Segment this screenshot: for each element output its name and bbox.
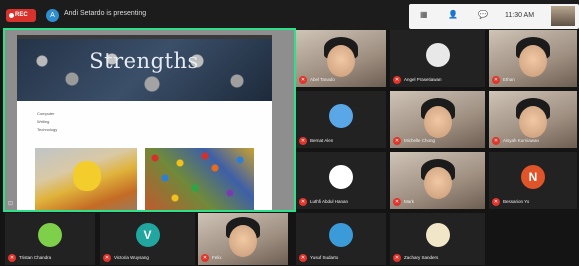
lego-bricks-image (145, 148, 254, 210)
participant-name: Abel Tanado (310, 77, 335, 82)
participant-label: ✕ Angel Prasetiawan (393, 75, 442, 84)
shared-slide: Strengths Computer Writing Technology (17, 35, 272, 210)
participant-label: ✕ Bessarion Yo (492, 197, 529, 206)
participant-video (327, 44, 355, 77)
muted-mic-icon: ✕ (8, 253, 16, 262)
grid-view-icon[interactable]: ▦ (420, 11, 428, 19)
participant-label: ✕ Zachary Sanders (393, 253, 438, 262)
muted-mic-icon: ✕ (492, 197, 500, 206)
slide-title: Strengths (89, 49, 199, 73)
participant-name: Bernat Alen (310, 138, 334, 143)
lego-face (73, 161, 101, 191)
participant-tile[interactable]: V ✕ Victoria Wuysang (100, 213, 195, 265)
participant-video (229, 225, 257, 257)
slide-line: Computer (37, 111, 55, 116)
participant-name: Luthfi Abdul Hanan (310, 199, 349, 204)
participant-label: ✕ Bernat Alen (299, 136, 333, 145)
muted-mic-icon: ✕ (393, 75, 401, 84)
muted-mic-icon: ✕ (299, 253, 307, 262)
muted-mic-icon: ✕ (393, 197, 401, 206)
muted-mic-icon: ✕ (299, 136, 307, 145)
participant-tile[interactable]: ✕ Yusuf Sudarto (296, 213, 386, 265)
participant-label: ✕ Aisyah Kurniawan (492, 136, 539, 145)
participant-tile[interactable]: ✕ Abel Tanado (296, 30, 386, 87)
participant-tile[interactable]: ✕ Luthfi Abdul Hanan (296, 152, 386, 209)
muted-mic-icon: ✕ (393, 136, 401, 145)
participant-avatar (329, 164, 353, 189)
participant-name: Felix (212, 255, 222, 260)
participant-label: ✕ Mark (393, 197, 414, 206)
participant-video (423, 166, 452, 199)
participant-avatar (425, 223, 450, 247)
participant-video (519, 105, 547, 138)
muted-mic-icon: ✕ (103, 253, 111, 262)
self-video-thumbnail[interactable] (551, 6, 575, 26)
participant-label: ✕ Tristan Chandra (8, 253, 51, 262)
participant-name: Ethan (503, 77, 515, 82)
participant-tile[interactable]: N ✕ Bessarion Yo (489, 152, 577, 209)
muted-mic-icon: ✕ (492, 136, 500, 145)
participant-label: ✕ Abel Tanado (299, 75, 335, 84)
participant-label: ✕ Michelle Chong (393, 136, 435, 145)
participant-avatar (329, 223, 353, 247)
presenter-status-text: Andi Setardo is presenting (64, 10, 147, 17)
participant-avatar: N (521, 164, 545, 189)
chat-icon[interactable]: 💬 (478, 11, 488, 19)
participant-avatar (329, 103, 353, 128)
record-icon (9, 13, 14, 18)
participant-label: ✕ Felix (201, 253, 222, 262)
participant-video (519, 44, 547, 77)
participant-name: Victoria Wuysang (114, 255, 149, 260)
participant-tile[interactable]: ✕ Aisyah Kurniawan (489, 91, 577, 148)
muted-mic-icon: ✕ (393, 253, 401, 262)
participant-tile[interactable]: ✕ Angel Prasetiawan (390, 30, 485, 87)
zoom-level[interactable]: ⊡ (8, 200, 13, 207)
participant-name: Bessarion Yo (503, 199, 530, 204)
participant-tile[interactable]: ✕ Mark (390, 152, 485, 209)
participant-tile[interactable]: ✕ Michelle Chong (390, 91, 485, 148)
participant-name: Zachary Sanders (404, 255, 439, 260)
participant-name: Yusuf Sudarto (310, 255, 339, 260)
slide-line: Technology (37, 127, 58, 132)
participant-tile[interactable]: ✕ Felix (198, 213, 288, 265)
participant-avatar (425, 42, 450, 67)
participant-name: Michelle Chong (404, 138, 436, 143)
participant-label: ✕ Victoria Wuysang (103, 253, 149, 262)
slide-line: Writing (37, 119, 50, 124)
participant-name: Angel Prasetiawan (404, 77, 442, 82)
muted-mic-icon: ✕ (201, 253, 209, 262)
participant-video (423, 105, 452, 138)
participant-label: ✕ Ethan (492, 75, 515, 84)
participant-tile[interactable]: ✕ Zachary Sanders (390, 213, 485, 265)
participant-label: ✕ Yusuf Sudarto (299, 253, 338, 262)
participant-tile[interactable]: ✕ Tristan Chandra (5, 213, 95, 265)
participant-avatar: V (135, 223, 160, 247)
participant-name: Mark (404, 199, 414, 204)
participant-avatar (38, 223, 62, 247)
participant-name: Aisyah Kurniawan (503, 138, 540, 143)
participant-tile[interactable]: ✕ Ethan (489, 30, 577, 87)
lego-figure-image (35, 148, 137, 210)
presenter-avatar: A (46, 9, 59, 22)
participant-tile[interactable]: ✕ Bernat Alen (296, 91, 386, 148)
muted-mic-icon: ✕ (492, 75, 500, 84)
clock-text: 11:30 AM (505, 12, 535, 19)
participant-name: Tristan Chandra (19, 255, 52, 260)
muted-mic-icon: ✕ (299, 75, 307, 84)
participants-icon[interactable]: 👤 (448, 11, 458, 19)
participant-label: ✕ Luthfi Abdul Hanan (299, 197, 348, 206)
muted-mic-icon: ✕ (299, 197, 307, 206)
